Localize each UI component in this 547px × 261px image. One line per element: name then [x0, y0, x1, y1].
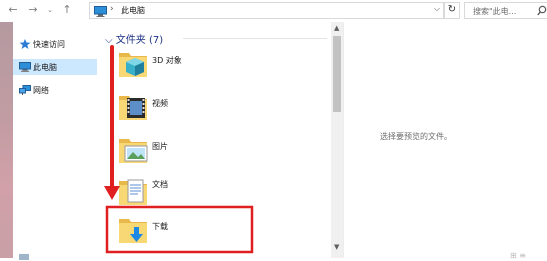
address-bar-row: ← → ⌄ ↑ › 此电脑 ⌵ ↻ 搜索"此电...: [0, 0, 547, 22]
folder-label-downloads: 下载: [152, 222, 168, 231]
documents-folder-icon: [119, 179, 147, 205]
computer-icon: [94, 6, 107, 17]
up-arrow-icon: ↑: [62, 3, 72, 16]
forward-button[interactable]: →: [26, 3, 40, 17]
address-bar[interactable]: › 此电脑 ⌵: [89, 2, 444, 19]
back-arrow-icon: ←: [8, 3, 18, 16]
sidebar-item-label: 快速访问: [33, 40, 65, 49]
refresh-icon: ↻: [447, 4, 457, 15]
back-button[interactable]: ←: [6, 3, 20, 17]
vertical-scrollbar[interactable]: ▲ ▼: [331, 22, 343, 258]
sidebar-item-label: 此电脑: [33, 63, 57, 72]
folder-label-documents: 文档: [152, 180, 168, 189]
scroll-up-icon[interactable]: ▲: [334, 24, 339, 32]
group-title: 文件夹 (7): [115, 35, 164, 46]
sidebar-item-this-pc[interactable]: 此电脑: [13, 59, 97, 75]
sidebar-item-label: 网络: [33, 86, 49, 95]
up-button[interactable]: ↑: [60, 3, 74, 17]
file-list: ⌵ 文件夹 (7) 3D 对象 视频 图片 文档 下载: [99, 22, 331, 258]
breadcrumb-this-pc[interactable]: 此电脑: [121, 5, 145, 16]
status-bar-partial-icon: [19, 254, 29, 260]
computer-icon: [19, 62, 31, 72]
forward-arrow-icon: →: [28, 3, 38, 16]
search-placeholder: 搜索"此电...: [473, 7, 517, 16]
preview-pane: 选择要预览的文件。 ⊞ ≡: [343, 22, 547, 260]
breadcrumb-separator[interactable]: ›: [110, 4, 114, 14]
folder-documents[interactable]: [117, 174, 151, 208]
sidebar-item-quick-access[interactable]: 快速访问: [13, 36, 97, 52]
preview-empty-message: 选择要预览的文件。: [380, 132, 452, 141]
folder-pictures[interactable]: [117, 132, 151, 166]
address-dropdown-icon[interactable]: ⌵: [434, 4, 440, 14]
search-input[interactable]: 搜索"此电...: [464, 2, 547, 19]
folder-label-pictures: 图片: [152, 142, 168, 151]
scroll-down-icon[interactable]: ▼: [334, 243, 339, 251]
pictures-folder-icon: [119, 139, 148, 163]
star-icon: [19, 39, 31, 49]
chevron-down-icon: ⌄: [47, 6, 53, 14]
folder-label-3d-objects: 3D 对象: [152, 56, 182, 65]
view-toggle-icons[interactable]: ⊞ ≡: [510, 251, 526, 260]
group-header-folders[interactable]: ⌵ 文件夹 (7): [105, 31, 163, 46]
refresh-button[interactable]: ↻: [444, 2, 460, 19]
folder-3d-objects[interactable]: [117, 46, 151, 80]
folder-downloads[interactable]: [117, 212, 151, 246]
downloads-folder-icon: [119, 219, 147, 243]
3d-objects-folder-icon: [119, 53, 147, 77]
search-icon[interactable]: [537, 5, 547, 16]
chevron-down-icon: ⌵: [105, 35, 113, 46]
scrollbar-thumb[interactable]: [333, 36, 341, 112]
recent-locations-button[interactable]: ⌄: [45, 3, 55, 17]
videos-folder-icon: [119, 96, 147, 120]
navigation-pane: 快速访问 此电脑 网络: [13, 22, 99, 260]
group-divider: [183, 38, 327, 39]
desktop-background-edge: [0, 22, 13, 258]
sidebar-item-network[interactable]: 网络: [13, 82, 97, 98]
network-icon: [19, 85, 31, 95]
folder-label-videos: 视频: [152, 99, 168, 108]
folder-videos[interactable]: [117, 89, 151, 123]
